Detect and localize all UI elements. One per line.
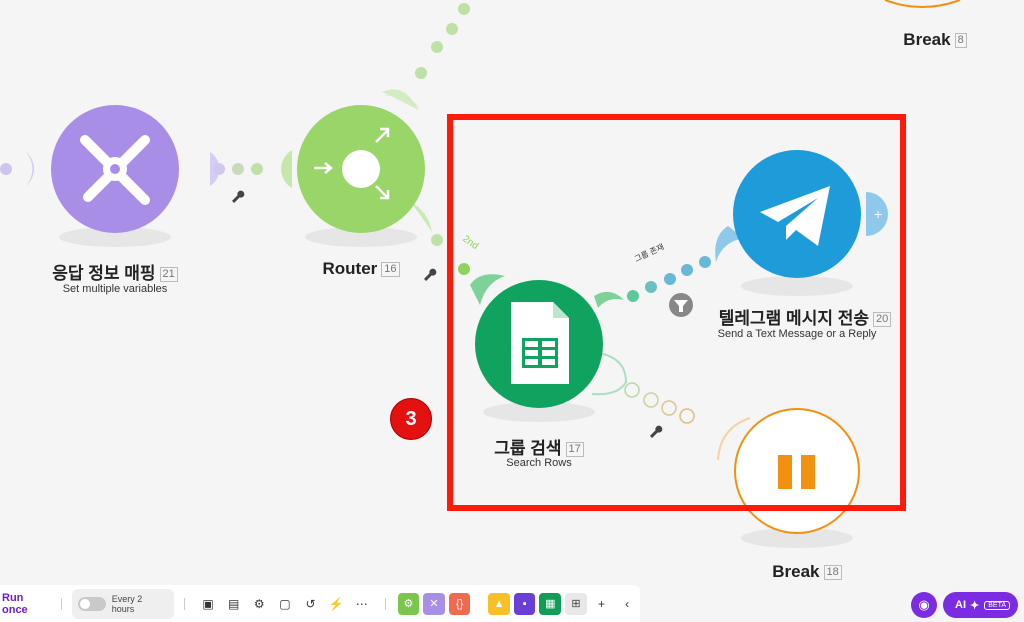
break-top-node[interactable] xyxy=(884,0,961,8)
telegram-node[interactable]: + xyxy=(733,150,888,296)
add-module-icon[interactable]: + xyxy=(874,206,882,222)
router-node[interactable] xyxy=(297,105,425,247)
set-variables-subtitle: Set multiple variables xyxy=(62,283,168,295)
connection-setvars-router[interactable] xyxy=(210,150,292,188)
more-icon[interactable]: ⋯ xyxy=(351,593,373,615)
apps-grid-icon[interactable]: ⊞ xyxy=(565,592,587,615)
sheets-title: 그룹 검색 17 xyxy=(464,434,614,459)
connection-router-sheets[interactable]: 2nd xyxy=(410,202,505,305)
tools-module-icon[interactable]: ⚙ xyxy=(397,592,420,615)
ai-label: AI xyxy=(955,599,967,611)
telegram-title: 텔레그램 메시지 전송 20 xyxy=(712,304,898,329)
notes-icon[interactable]: ▢ xyxy=(274,593,296,615)
flow-control-module-icon[interactable]: ✕ xyxy=(423,592,445,615)
connection-router-top xyxy=(382,3,470,110)
divider xyxy=(184,597,186,610)
add-icon[interactable]: + xyxy=(591,593,613,615)
set-variables-title: 응답 정보 매핑 21 xyxy=(40,259,190,284)
connection-left xyxy=(0,152,35,186)
wrench-icon[interactable] xyxy=(231,189,246,204)
sheets-subtitle: Search Rows xyxy=(506,457,572,469)
router-title: Router 16 xyxy=(300,259,422,279)
bottom-toolbar: Run once Every 2 hours ▣ ▤ ⚙ ▢ ↺ ⚡ ⋯ ⚙ ✕… xyxy=(0,585,640,622)
toggle-switch[interactable] xyxy=(78,596,106,611)
sheets-module-icon[interactable]: ▦ xyxy=(539,592,562,615)
break-node[interactable] xyxy=(734,408,860,548)
sparkle-icon: ✦ xyxy=(970,599,980,612)
ai-assistant-button[interactable]: AI ✦ BETA xyxy=(943,592,1018,618)
beta-badge: BETA xyxy=(984,600,1010,610)
telegram-subtitle: Send a Text Message or a Reply xyxy=(717,328,877,340)
divider xyxy=(61,597,63,610)
route-label-2nd: 2nd xyxy=(460,233,480,252)
layout-icon[interactable]: ▤ xyxy=(223,593,245,615)
docs-module-icon[interactable]: ▪ xyxy=(513,592,536,615)
ai-controls: ◉ AI ✦ BETA xyxy=(911,592,1018,618)
connection-sheets-break[interactable] xyxy=(591,351,751,461)
save-icon[interactable]: ▣ xyxy=(197,593,219,615)
json-module-icon[interactable]: {} xyxy=(448,592,471,615)
break-top-title: Break 8 xyxy=(880,30,990,50)
drive-module-icon[interactable]: ▲ xyxy=(488,592,510,615)
google-sheets-node[interactable] xyxy=(475,280,603,422)
settings-icon[interactable]: ⚙ xyxy=(248,593,270,615)
collapse-icon[interactable]: ‹ xyxy=(616,593,638,615)
divider xyxy=(384,597,386,610)
undo-icon[interactable]: ↺ xyxy=(300,593,322,615)
wrench-icon[interactable] xyxy=(423,267,438,282)
sheets-icon xyxy=(511,302,569,384)
run-once-button[interactable]: Run once xyxy=(0,592,51,616)
step-marker: 3 xyxy=(390,398,432,440)
magic-wand-icon[interactable]: ⚡ xyxy=(325,593,347,615)
filter-label: 그룹 존재 xyxy=(633,242,666,264)
filter-icon[interactable] xyxy=(669,293,693,317)
break-title: Break 18 xyxy=(752,562,862,582)
set-variables-node[interactable] xyxy=(51,105,179,247)
lightbulb-icon[interactable]: ◉ xyxy=(911,592,938,618)
schedule-toggle[interactable]: Every 2 hours xyxy=(72,588,175,619)
schedule-label: Every 2 hours xyxy=(111,593,143,614)
connection-sheets-telegram[interactable]: 그룹 존재 xyxy=(594,226,744,308)
wrench-icon[interactable] xyxy=(649,424,664,439)
